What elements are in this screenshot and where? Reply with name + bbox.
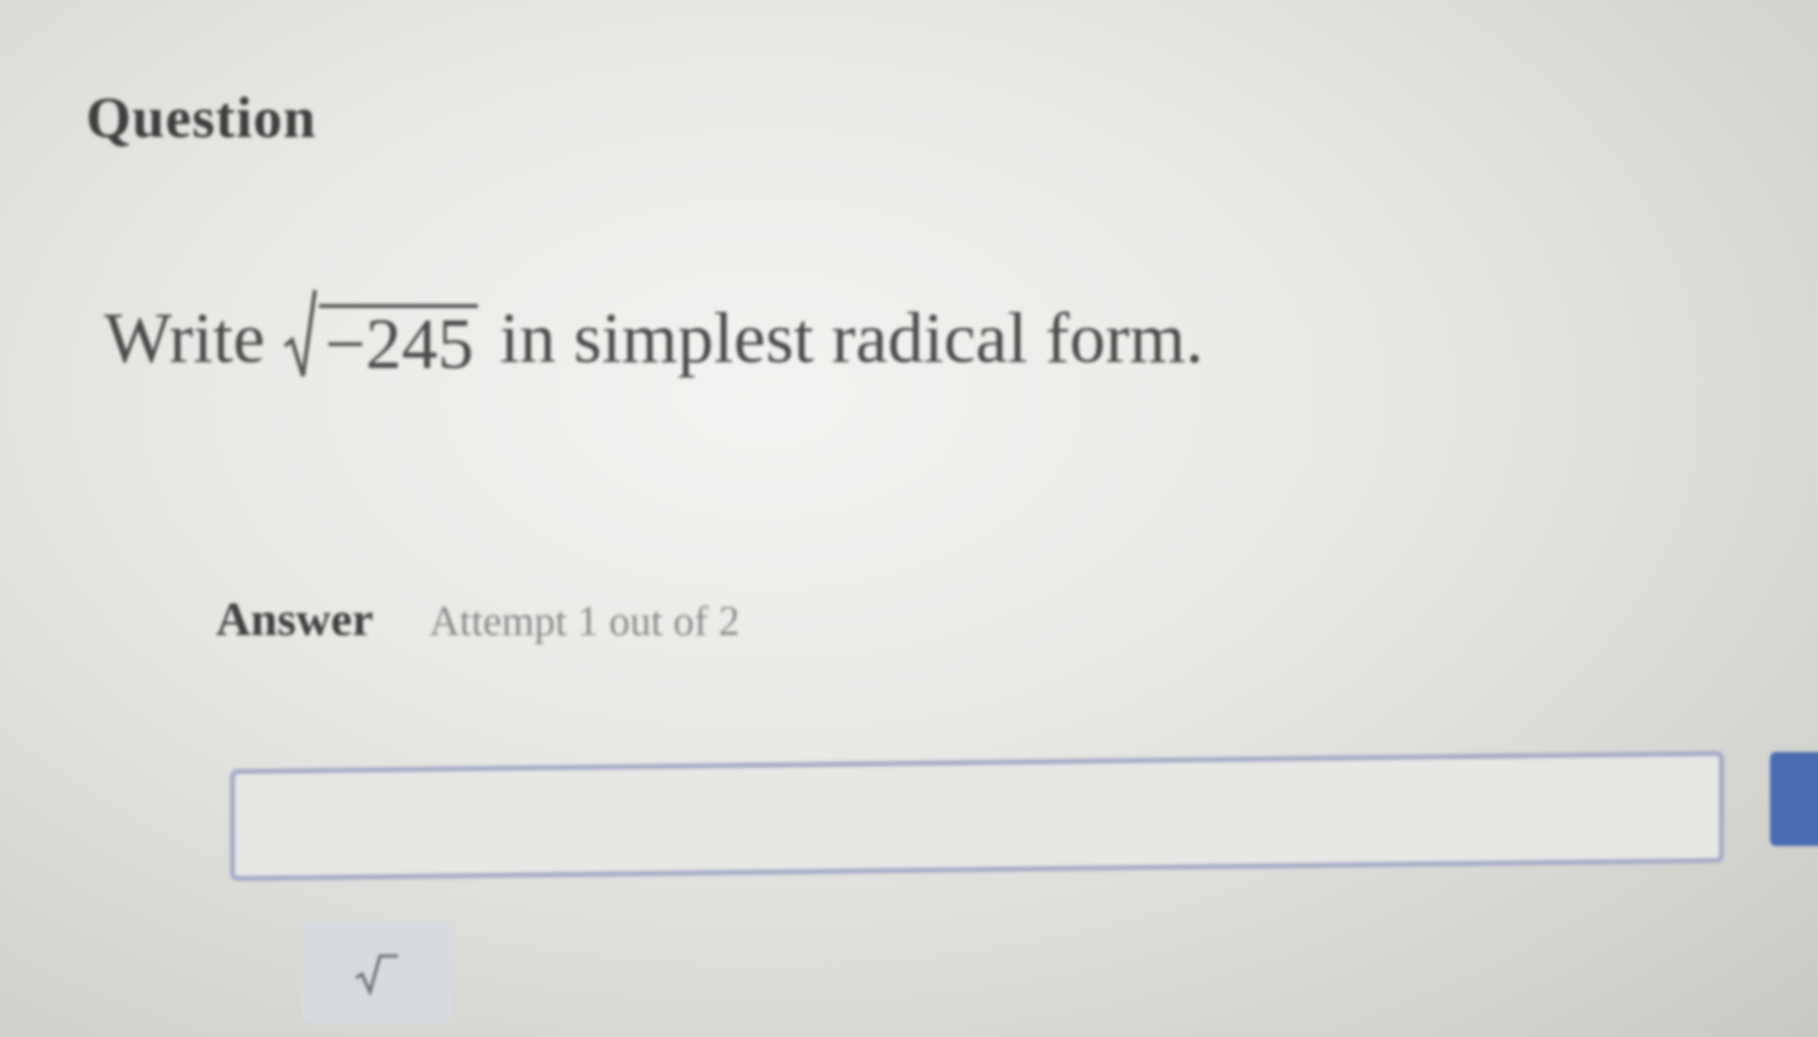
prompt-text-after: in simplest radical form. [499, 298, 1204, 378]
answer-label: Answer [216, 593, 374, 646]
sqrt-tool-button[interactable] [302, 922, 452, 1024]
square-root-icon [355, 954, 398, 997]
radical-sign-icon [283, 289, 317, 377]
radical-expression: −245 [283, 288, 478, 380]
prompt-text-before: Write [104, 298, 266, 378]
submit-button[interactable] [1770, 752, 1818, 846]
question-prompt: Write −245 in simplest radical form. [104, 288, 1203, 380]
answer-input[interactable] [230, 750, 1724, 882]
attempt-counter: Attempt 1 out of 2 [429, 599, 740, 645]
radicand: −245 [319, 304, 478, 380]
answer-header: Answer Attempt 1 out of 2 [216, 592, 740, 647]
question-page: Question Write −245 in simplest radical … [0, 0, 1818, 1037]
question-heading: Question [86, 85, 317, 150]
